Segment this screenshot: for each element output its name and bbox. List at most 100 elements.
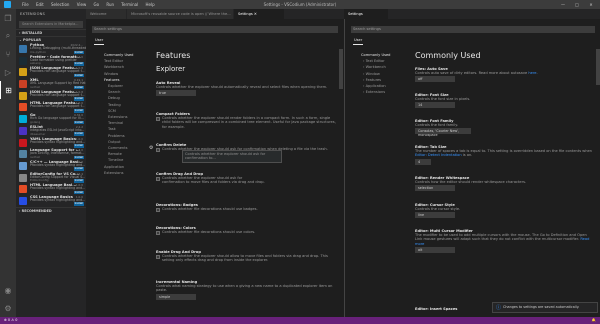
install-button[interactable]: Install bbox=[73, 97, 84, 101]
font-size-input[interactable]: 14 bbox=[415, 102, 455, 109]
extensions-sidebar: EXTENSIONS Search Extensions in Marketpl… bbox=[16, 9, 86, 317]
settings-toc-right: Commonly Used › Text Editor › Workbench … bbox=[361, 52, 390, 95]
install-button[interactable]: Install bbox=[73, 120, 84, 125]
badges-checkbox[interactable] bbox=[156, 208, 160, 212]
extension-icon bbox=[19, 91, 27, 100]
confirm-dnd-checkbox[interactable] bbox=[156, 177, 160, 181]
extension-list-item[interactable]: ESLint Integrates ESLint JavaScript into.… bbox=[16, 125, 86, 137]
extension-icon bbox=[19, 161, 27, 170]
install-button[interactable]: Install bbox=[73, 202, 84, 207]
settings-search-input[interactable]: Search settings bbox=[92, 26, 338, 33]
extension-list-item[interactable]: Python Linting, Debugging (multi-threaded… bbox=[16, 43, 86, 55]
auto-save-select[interactable]: off bbox=[415, 76, 455, 83]
run-debug-icon[interactable]: ▷ bbox=[0, 63, 16, 81]
install-button[interactable]: Install bbox=[73, 108, 84, 113]
toc-item[interactable]: Extensions bbox=[104, 170, 133, 176]
incremental-naming-select[interactable]: simple bbox=[156, 293, 196, 300]
setting-decorations-badges: Decorations: Badges Controls whether fil… bbox=[156, 203, 336, 212]
heading-explorer: Explorer bbox=[156, 65, 186, 73]
extensions-icon[interactable]: ⊞ bbox=[0, 81, 16, 99]
install-button[interactable]: Install bbox=[73, 178, 84, 183]
confirm-delete-checkbox[interactable] bbox=[156, 148, 160, 152]
setting-tab-size: Editor: Tab Size The number of spaces a … bbox=[415, 145, 595, 165]
extension-list-item[interactable]: HTML Language Featu... Provides rich lang… bbox=[16, 101, 86, 113]
account-icon[interactable]: ◉ bbox=[0, 281, 16, 299]
extension-list-item[interactable]: Prettier - Code formatt... Code formatter… bbox=[16, 55, 86, 67]
tab-settings-left[interactable]: Settings ✕ bbox=[234, 9, 284, 19]
setting-desc: is on. bbox=[462, 153, 473, 158]
extension-list-item[interactable]: JSON Language Featu... Provides rich lang… bbox=[16, 66, 86, 78]
install-button[interactable]: Install bbox=[73, 190, 84, 195]
toc-item[interactable]: › Extensions bbox=[361, 89, 390, 95]
maximize-icon[interactable]: □ bbox=[570, 0, 584, 9]
auto-reveal-select[interactable]: true bbox=[156, 90, 196, 97]
notification-toast: ⓘ Changes to settings are saved automati… bbox=[492, 302, 598, 313]
extension-list-item[interactable]: XML XML Language Support by Red Hat redhat… bbox=[16, 78, 86, 90]
tab-welcome[interactable]: Welcome bbox=[86, 9, 126, 19]
font-family-input[interactable]: Consolas, 'Courier New', monospace bbox=[415, 128, 471, 137]
setting-enable-dnd: Enable Drag And Drop Controls whether th… bbox=[156, 250, 336, 263]
setting-desc: Controls what naming strategy to use whe… bbox=[156, 284, 333, 293]
extension-version: 1.0.8 bbox=[75, 89, 83, 94]
source-control-icon[interactable]: ⑂ bbox=[0, 45, 16, 63]
compact-folders-checkbox[interactable] bbox=[156, 117, 160, 121]
autosave-link[interactable]: here bbox=[528, 71, 536, 75]
scope-user-tab[interactable]: User bbox=[95, 38, 103, 42]
explorer-icon[interactable]: ❐ bbox=[0, 9, 16, 27]
cursor-style-select[interactable]: line bbox=[415, 212, 455, 219]
install-button[interactable]: Install bbox=[73, 62, 84, 66]
install-button[interactable]: Install bbox=[73, 155, 84, 160]
install-button[interactable]: Install bbox=[73, 132, 84, 136]
setting-auto-save: Files: Auto Save Controls auto save of d… bbox=[415, 67, 595, 83]
search-icon[interactable]: ⌕ bbox=[0, 27, 16, 45]
problems-indicator[interactable]: ⊗ 0 ⚠ 0 bbox=[4, 317, 17, 324]
settings-search-input-right[interactable]: Search settings bbox=[351, 26, 595, 33]
install-button[interactable]: Install bbox=[73, 167, 84, 171]
setting-gear-icon[interactable]: ⚙ bbox=[149, 145, 153, 151]
render-whitespace-select[interactable]: selection bbox=[415, 185, 455, 192]
setting-desc: Controls the font size in pixels. bbox=[415, 97, 471, 101]
setting-desc-row: Controls whether the explorer should ask… bbox=[156, 176, 266, 185]
close-icon[interactable]: ✕ bbox=[584, 0, 598, 9]
section-popular[interactable]: ⌄ POPULAR bbox=[16, 36, 86, 43]
extension-list-item[interactable]: Go Rich Go language support for Vi... gola… bbox=[16, 113, 86, 125]
tab-readme[interactable]: Microsoft's reusable source code is open… bbox=[127, 9, 233, 19]
install-button[interactable]: Install bbox=[73, 50, 84, 55]
sidebar-header: EXTENSIONS bbox=[20, 12, 45, 16]
extension-icon bbox=[19, 115, 27, 124]
left-scrollbar[interactable] bbox=[339, 49, 343, 89]
extension-list-item[interactable]: YAML Language Basics Provides syntax high… bbox=[16, 137, 86, 149]
manage-gear-icon[interactable]: ⚙ bbox=[0, 299, 16, 317]
scope-user-tab-right[interactable]: User bbox=[354, 38, 362, 42]
setting-desc-row: Controls whether file decorations should… bbox=[156, 207, 336, 212]
right-scrollbar[interactable] bbox=[596, 49, 600, 85]
section-recommended[interactable]: › RECOMMENDED bbox=[16, 206, 86, 214]
section-installed[interactable]: › INSTALLED bbox=[16, 29, 86, 36]
extension-icon bbox=[19, 138, 27, 147]
extension-list-item[interactable]: CSS Language Basics Provides syntax highl… bbox=[16, 195, 86, 207]
info-icon: ⓘ bbox=[496, 305, 502, 311]
extension-list-item[interactable]: HTML Language Basi... Provides syntax hig… bbox=[16, 183, 86, 195]
tab-settings-right[interactable]: Settings bbox=[344, 9, 388, 19]
scope-underline bbox=[94, 44, 104, 45]
multi-cursor-select[interactable]: alt bbox=[415, 247, 455, 254]
minimize-icon[interactable]: — bbox=[556, 0, 570, 9]
extension-list-item[interactable]: C/C++ — Language Basi... Provides syntax … bbox=[16, 160, 86, 172]
extensions-search-input[interactable]: Search Extensions in Marketpla... bbox=[19, 21, 83, 28]
extension-list-item[interactable]: Language Support for ... Java Linting, In… bbox=[16, 148, 86, 160]
settings-toc: Commonly Used Text Editor Workbench Wind… bbox=[104, 52, 133, 176]
install-button[interactable]: Install bbox=[73, 73, 84, 78]
extension-list-item[interactable]: EditorConfig for VS Co... EditorConfig Su… bbox=[16, 172, 86, 184]
colors-checkbox[interactable] bbox=[156, 231, 160, 235]
extension-version: 1.0.0 bbox=[75, 194, 83, 199]
notification-text: Changes to settings are saved automatica… bbox=[503, 305, 580, 309]
extension-list-item[interactable]: JSON Language Featu... Provides rich lang… bbox=[16, 90, 86, 102]
install-button[interactable]: Install bbox=[73, 143, 84, 148]
setting-desc: The number of spaces a tab is equal to. … bbox=[415, 149, 592, 153]
install-button[interactable]: Install bbox=[73, 85, 84, 90]
bell-icon[interactable]: 🔔 bbox=[592, 317, 596, 324]
detect-indentation-link[interactable]: Editor: Detect Indentation bbox=[415, 153, 462, 157]
enable-dnd-checkbox[interactable] bbox=[156, 255, 160, 259]
setting-incremental-naming: Incremental Naming Controls what naming … bbox=[156, 280, 336, 300]
tab-size-input[interactable]: 4 bbox=[415, 158, 431, 165]
